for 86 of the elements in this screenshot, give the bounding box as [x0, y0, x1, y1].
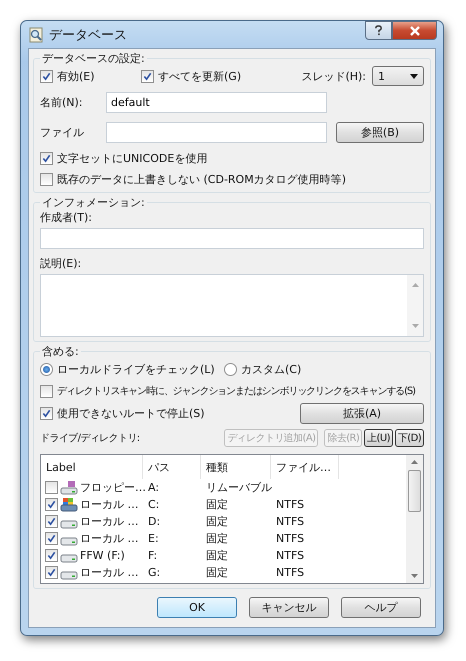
help-button[interactable] — [365, 21, 392, 40]
dialog-button[interactable]: OK — [157, 597, 237, 618]
table-cell-text: リムーバブル — [205, 480, 271, 495]
radio-label: ローカルドライブをチェック(L) — [57, 362, 215, 376]
checkbox[interactable] — [40, 152, 53, 164]
column-header[interactable]: ファイル… — [271, 455, 339, 479]
checkbox-label: ディレクトリスキャン時に、ジャンクションまたはシンボリックリンクをスキャンする(S) — [57, 384, 415, 398]
scroll-down-icon[interactable] — [411, 574, 418, 578]
name-field[interactable]: default — [106, 92, 327, 113]
checkbox-label: 文字セットにUNICODEを使用 — [57, 150, 208, 166]
checkbox[interactable] — [40, 172, 53, 186]
scrollbar[interactable] — [406, 455, 423, 583]
field-label: 名前(N): — [40, 95, 84, 110]
thread-dropdown[interactable]: 1 — [372, 66, 424, 86]
list-button[interactable]: 下(D) — [394, 429, 424, 447]
scroll-up-icon[interactable] — [412, 283, 418, 287]
table-cell-text: 固定 — [205, 548, 229, 563]
close-button[interactable] — [392, 21, 437, 40]
table-cell-text: NTFS — [275, 566, 306, 579]
extend-button[interactable]: 拡張(A) — [300, 403, 424, 424]
table-cell-text: G: — [147, 566, 162, 579]
table-cell-text: F: — [147, 549, 158, 562]
table-cell-text: 固定 — [205, 565, 229, 580]
dropdown-arrow-icon — [410, 74, 418, 78]
group-title: インフォメーション: — [41, 195, 146, 210]
dialog-button[interactable]: ヘルプ — [341, 597, 421, 618]
table-cell-text: NTFS — [275, 549, 306, 562]
group-title: 含める: — [41, 344, 80, 359]
table-cell-text: NTFS — [275, 515, 306, 528]
drive-label: FFW (F:) — [80, 549, 125, 562]
table-cell-text: 固定 — [205, 531, 229, 546]
checkbox[interactable] — [45, 481, 58, 494]
description-field[interactable] — [40, 274, 424, 337]
drive-label: ローカル … — [80, 497, 138, 512]
checkbox-label: すべてを更新(G) — [158, 68, 242, 84]
checkbox-label: 既存のデータに上書きしない (CD-ROMカタログ使用時等) — [57, 172, 346, 186]
field-label: 作成者(T): — [40, 210, 94, 225]
radio-label: カスタム(C) — [241, 362, 302, 376]
field-label: ファイル — [40, 125, 85, 140]
checkbox-label: 使用できないルートで停止(S) — [57, 406, 205, 421]
system-drive-icon — [60, 498, 78, 512]
checkbox[interactable] — [45, 515, 58, 528]
column-header[interactable]: パス — [143, 455, 201, 479]
table-cell-text: 固定 — [205, 497, 229, 512]
group-title: データベースの設定: — [41, 51, 146, 66]
window-title: データベース — [49, 26, 127, 44]
radio-button[interactable] — [224, 362, 237, 376]
author-field[interactable] — [40, 228, 424, 249]
checkbox[interactable] — [40, 384, 53, 398]
field-label: スレッド(H): — [301, 68, 366, 84]
drive-label: フロッピー… — [80, 480, 146, 495]
scroll-thumb[interactable] — [408, 470, 421, 512]
list-button[interactable]: 上(U) — [364, 429, 393, 447]
drive-label: ローカル … — [80, 531, 138, 546]
field-label: 説明(E): — [40, 256, 82, 271]
list-label: ドライブ/ディレクトリ: — [40, 432, 140, 445]
checkbox[interactable] — [45, 566, 58, 579]
table-cell-text: NTFS — [275, 532, 306, 545]
column-header[interactable]: 種類 — [201, 455, 271, 479]
checkbox[interactable] — [45, 498, 58, 511]
table-cell-text: C: — [147, 498, 160, 511]
checkbox[interactable] — [141, 70, 154, 82]
radio-button[interactable] — [40, 362, 53, 376]
floppy-drive-icon — [60, 480, 78, 494]
table-cell-text: D: — [147, 515, 162, 528]
checkbox[interactable] — [40, 70, 53, 82]
dialog-button[interactable]: キャンセル — [249, 597, 329, 618]
file-field[interactable] — [106, 122, 327, 143]
magnifier-icon — [28, 26, 44, 42]
scrollbar[interactable] — [407, 275, 423, 336]
drive-label: ローカル … — [80, 565, 138, 580]
checkbox-label: 有効(E) — [57, 68, 95, 84]
checkbox[interactable] — [45, 549, 58, 562]
checkbox[interactable] — [45, 532, 58, 545]
close-icon — [408, 26, 420, 36]
question-icon — [374, 25, 383, 36]
drive-label: ローカル … — [80, 514, 138, 529]
scroll-down-icon[interactable] — [412, 324, 418, 328]
column-header[interactable]: Label — [41, 455, 143, 479]
table-cell-text: 固定 — [205, 514, 229, 529]
table-cell-text: E: — [147, 532, 160, 545]
scroll-up-icon[interactable] — [411, 460, 418, 464]
checkbox[interactable] — [40, 407, 53, 420]
table-cell-text: NTFS — [275, 498, 306, 511]
browse-button[interactable]: 参照(B) — [336, 122, 424, 143]
table-cell-text: A: — [147, 481, 160, 494]
